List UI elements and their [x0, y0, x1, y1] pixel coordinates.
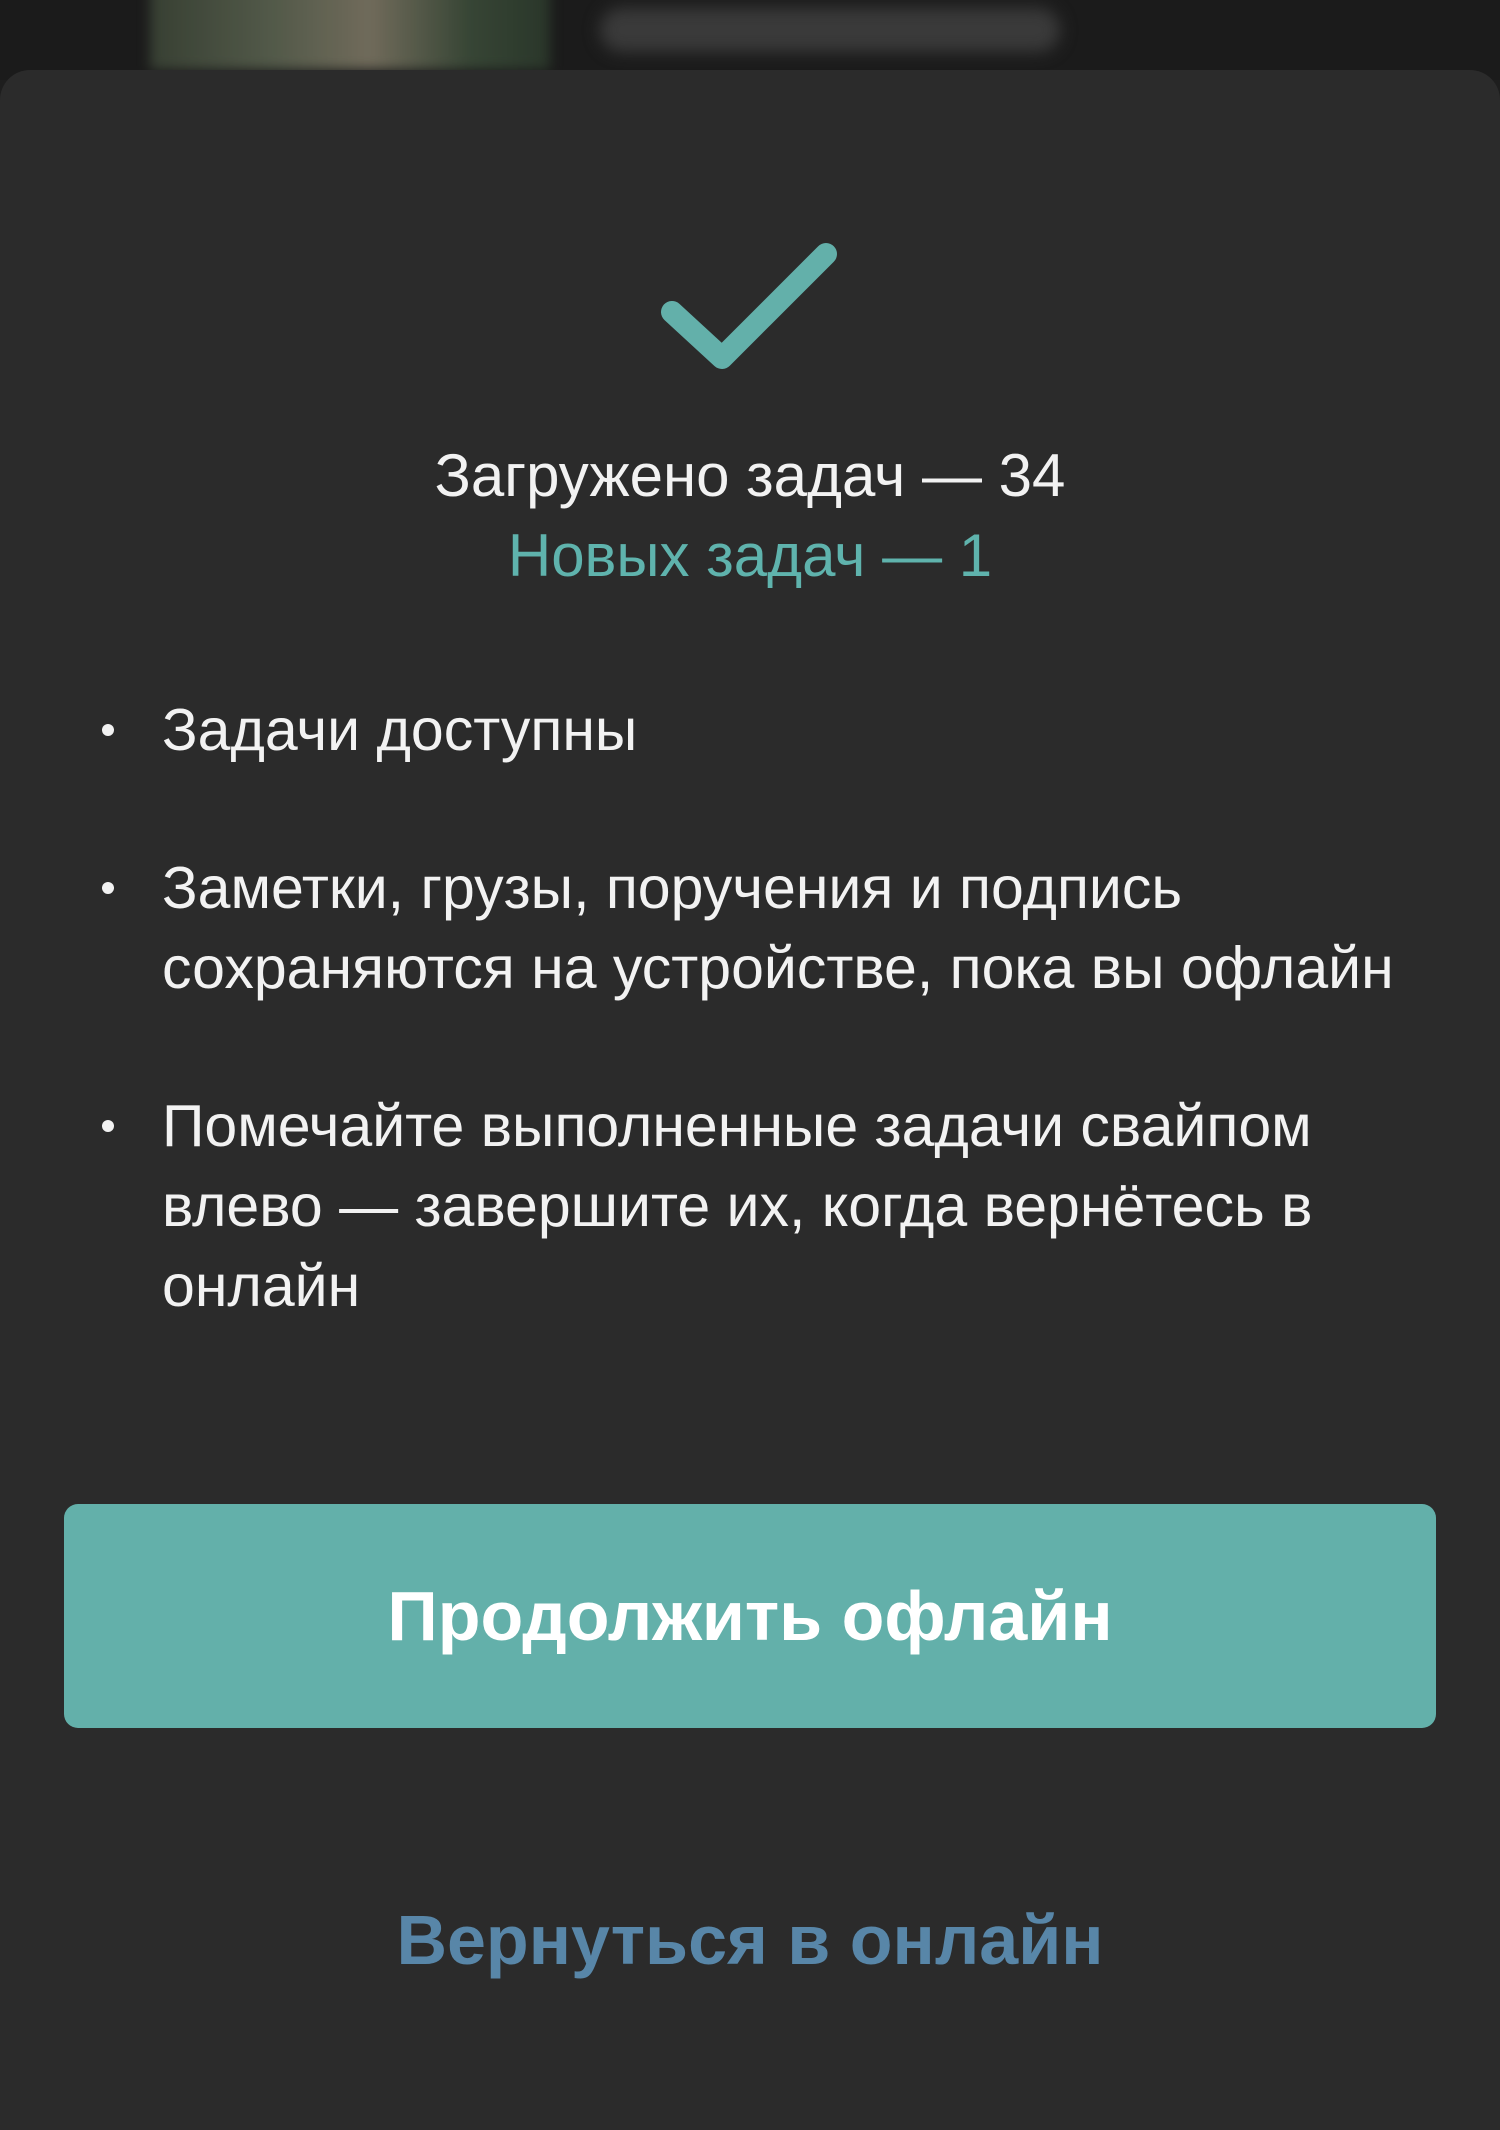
bullet-icon — [102, 724, 114, 736]
offline-info-list: Задачи доступны Заметки, грузы, поручени… — [100, 690, 1420, 1404]
bullet-icon — [102, 882, 114, 894]
background-app-content — [0, 0, 1500, 80]
checkmark-icon — [661, 243, 837, 369]
list-item: Заметки, грузы, поручения и подпись сохр… — [100, 848, 1420, 1008]
list-item: Задачи доступны — [100, 690, 1420, 770]
loaded-tasks-count: Загружено задач — 34 — [434, 442, 1066, 509]
new-tasks-count: Новых задач — 1 — [507, 522, 993, 589]
return-online-link[interactable]: Вернуться в онлайн — [300, 1890, 1200, 1990]
background-blurred-text — [600, 8, 1060, 52]
background-thumbnail — [150, 0, 550, 70]
list-item: Помечайте выполненные задачи свайпом вле… — [100, 1086, 1420, 1326]
list-item-text: Помечайте выполненные задачи свайпом вле… — [162, 1093, 1313, 1319]
list-item-text: Заметки, грузы, поручения и подпись сохр… — [162, 855, 1394, 1001]
continue-offline-button[interactable]: Продолжить офлайн — [64, 1504, 1436, 1728]
list-item-text: Задачи доступны — [162, 697, 638, 763]
bullet-icon — [102, 1120, 114, 1132]
